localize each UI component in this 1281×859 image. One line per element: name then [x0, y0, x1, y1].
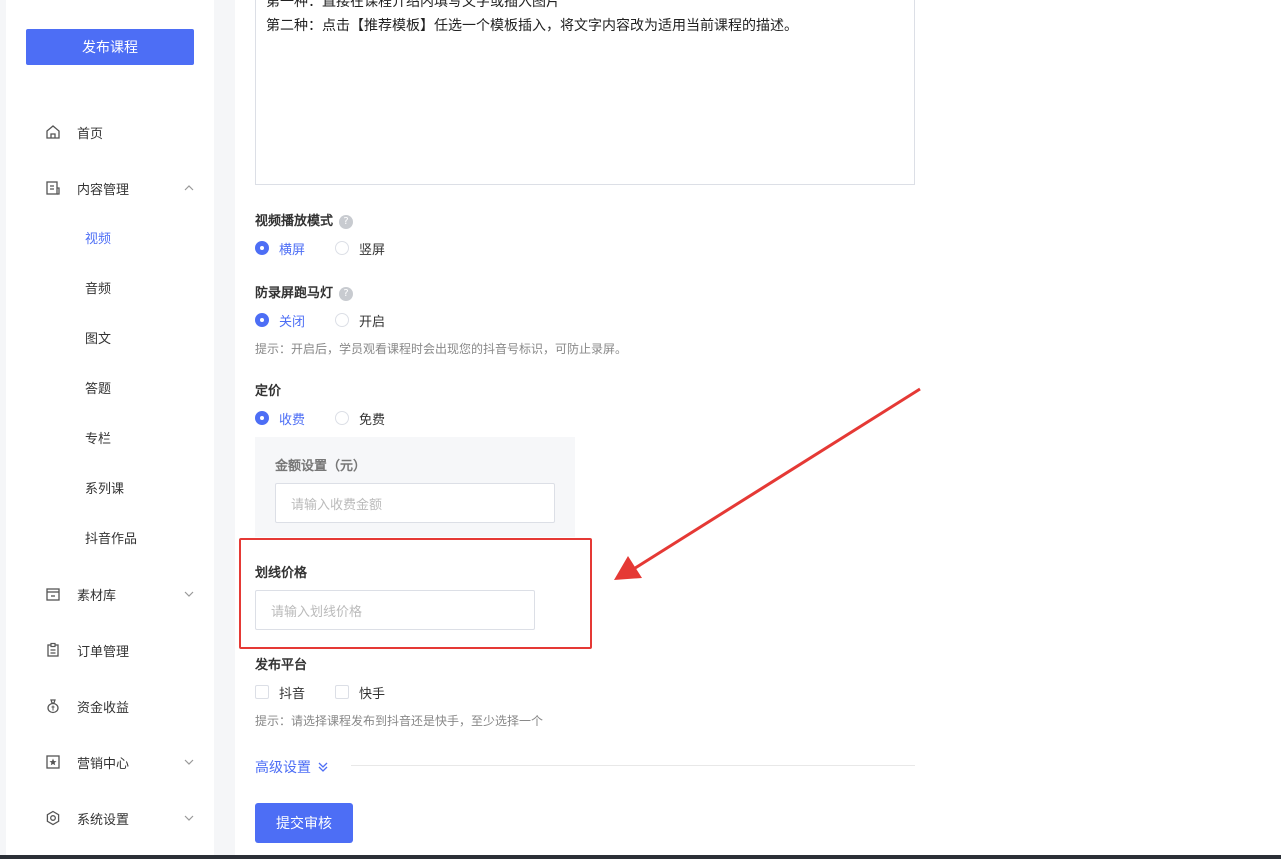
sidebar-subitem-video[interactable]: 视频: [85, 230, 111, 250]
marquee-label: 防录屏跑马灯?: [255, 282, 354, 301]
sidebar-item-label: 营销中心: [77, 756, 130, 772]
chevron-down-icon: [182, 755, 196, 769]
sidebar: 发布课程 首页 内容管理 视频 音频 图文 答题 专栏 系列课 抖音作品 素材库…: [6, 0, 214, 855]
sidebar-item-label: 素材库: [77, 588, 117, 604]
editor-text-line: 第二种：点击【推荐模板】任选一个模板插入，将文字内容改为适用当前课程的描述。: [266, 18, 798, 34]
sidebar-item-label: 系统设置: [77, 812, 130, 828]
video-mode-label: 视频播放模式?: [255, 210, 354, 229]
radio-landscape[interactable]: [255, 241, 269, 255]
radio-free[interactable]: [335, 411, 350, 425]
checkbox-douyin[interactable]: [255, 685, 269, 699]
submit-review-button[interactable]: 提交审核: [255, 803, 353, 843]
folder-icon: [44, 585, 62, 603]
sidebar-item-marketing[interactable]: 营销中心: [6, 748, 214, 776]
platform-checkbox-group: 抖音 快手: [255, 683, 415, 702]
checkbox-label-kuaishou[interactable]: 快手: [359, 683, 385, 702]
platform-hint: 提示：请选择课程发布到抖音还是快手，至少选择一个: [255, 714, 544, 728]
bottom-bar: [0, 855, 1281, 859]
amount-settings-panel: 金额设置（元） 请输入收费金额: [255, 437, 575, 537]
sidebar-item-home[interactable]: 首页: [6, 118, 214, 146]
amount-label: 金额设置（元）: [275, 459, 367, 474]
help-icon[interactable]: ?: [339, 286, 354, 301]
sidebar-subitem-column[interactable]: 专栏: [85, 430, 111, 450]
star-badge-icon: [44, 753, 62, 771]
radio-on[interactable]: [335, 313, 350, 327]
video-mode-radio-group: 横屏 竖屏: [255, 238, 415, 258]
highlight-box: [239, 538, 592, 649]
home-icon: [44, 123, 62, 141]
sidebar-item-label: 内容管理: [77, 182, 130, 198]
radio-paid[interactable]: [255, 411, 269, 425]
course-intro-editor[interactable]: 第一种：直接在课程介绍内填写文字或插入图片 第二种：点击【推荐模板】任选一个模板…: [255, 0, 915, 185]
radio-label-off[interactable]: 关闭: [279, 311, 305, 330]
help-icon[interactable]: ?: [339, 214, 354, 229]
sidebar-item-earnings[interactable]: 资金收益: [6, 692, 214, 720]
advanced-settings-label: 高级设置: [255, 760, 311, 776]
double-chevron-down-icon: [317, 761, 329, 773]
sidebar-item-settings[interactable]: 系统设置: [6, 804, 214, 832]
editor-text-line: 第一种：直接在课程介绍内填写文字或插入图片: [266, 0, 560, 10]
document-icon: [44, 179, 62, 197]
radio-off[interactable]: [255, 313, 269, 327]
radio-portrait[interactable]: [335, 241, 350, 255]
sidebar-item-label: 资金收益: [77, 700, 130, 716]
chevron-down-icon: [182, 811, 196, 825]
sidebar-subitem-douyin-works[interactable]: 抖音作品: [85, 530, 137, 550]
sidebar-subitem-audio[interactable]: 音频: [85, 280, 111, 300]
amount-input[interactable]: 请输入收费金额: [275, 483, 555, 523]
divider: [351, 765, 915, 766]
checkbox-kuaishou[interactable]: [335, 685, 350, 699]
radio-label-on[interactable]: 开启: [359, 311, 385, 330]
checkbox-label-douyin[interactable]: 抖音: [279, 683, 305, 702]
pricing-radio-group: 收费 免费: [255, 408, 415, 428]
sidebar-item-label: 首页: [77, 126, 104, 142]
sidebar-subitem-article[interactable]: 图文: [85, 330, 111, 350]
sidebar-subitem-series[interactable]: 系列课: [85, 480, 124, 500]
main-form: 第一种：直接在课程介绍内填写文字或插入图片 第二种：点击【推荐模板】任选一个模板…: [235, 0, 1281, 855]
sidebar-item-materials[interactable]: 素材库: [6, 580, 214, 608]
marquee-radio-group: 关闭 开启: [255, 310, 415, 330]
sidebar-item-content[interactable]: 内容管理: [6, 174, 214, 202]
radio-label-free[interactable]: 免费: [359, 409, 385, 428]
publish-course-button[interactable]: 发布课程: [26, 29, 194, 65]
radio-label-paid[interactable]: 收费: [279, 409, 305, 428]
radio-label-portrait[interactable]: 竖屏: [359, 239, 385, 258]
advanced-settings-toggle[interactable]: 高级设置: [255, 757, 329, 777]
clipboard-icon: [44, 641, 62, 659]
chevron-down-icon: [182, 587, 196, 601]
platform-label: 发布平台: [255, 658, 308, 673]
pricing-label: 定价: [255, 384, 282, 399]
money-bag-icon: [44, 697, 62, 715]
sidebar-item-orders[interactable]: 订单管理: [6, 636, 214, 664]
marquee-hint: 提示：开启后，学员观看课程时会出现您的抖音号标识，可防止录屏。: [255, 342, 628, 356]
radio-label-landscape[interactable]: 横屏: [279, 239, 305, 258]
gear-icon: [44, 809, 62, 827]
chevron-up-icon: [182, 181, 196, 195]
sidebar-item-label: 订单管理: [77, 644, 130, 660]
sidebar-subitem-quiz[interactable]: 答题: [85, 380, 111, 400]
